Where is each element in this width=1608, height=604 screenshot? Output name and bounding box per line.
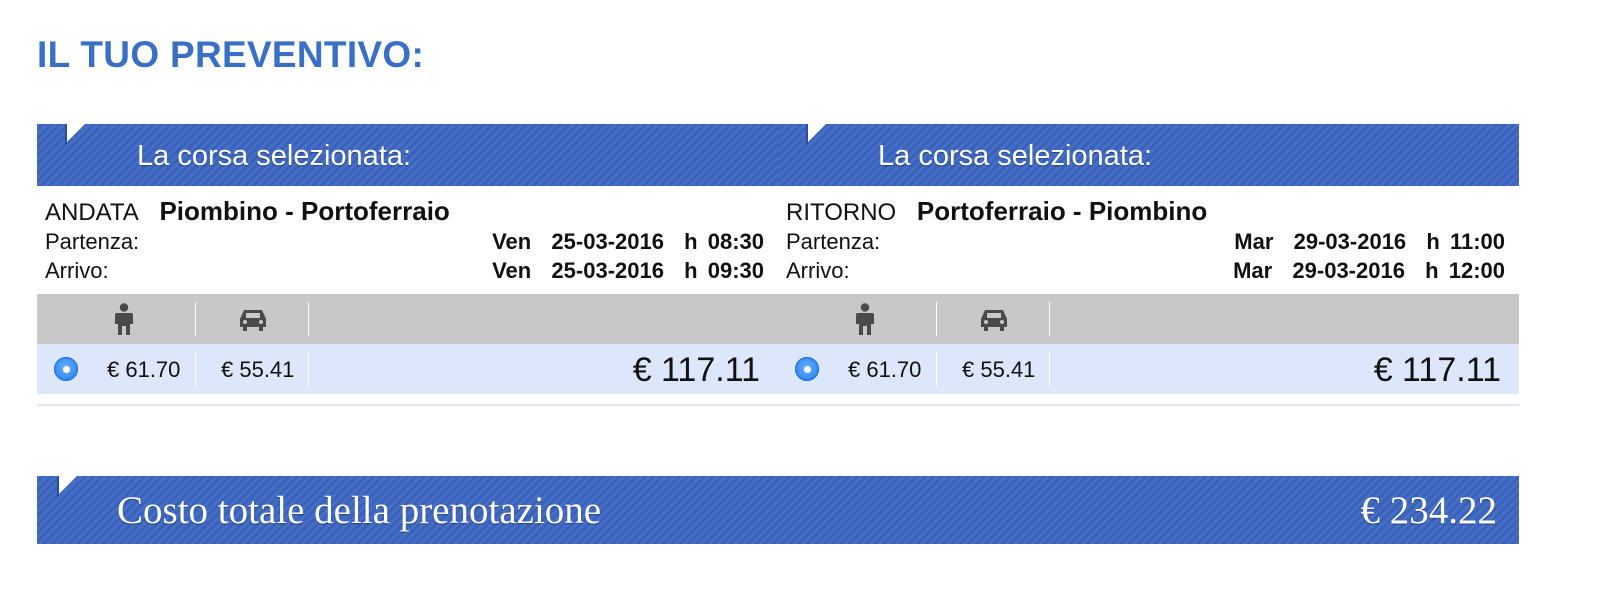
column-divider [195,302,196,336]
header-notch [65,124,85,144]
person-icon [856,303,874,335]
trip-total-price: € 117.11 [632,351,760,389]
column-divider [1049,302,1050,336]
column-divider [308,352,309,386]
trip-panel-andata: La corsa selezionata: ANDATA Piombino - … [37,124,778,417]
column-divider [308,302,309,336]
booking-total-band: Costo totale della prenotazione € 234.22 [37,476,1519,544]
panel-bottom-divider [37,404,778,406]
route-line: RITORNO Portoferraio - Piombino [786,196,1207,227]
fare-price-row[interactable]: € 61.70 € 55.41 € 117.11 [778,344,1519,394]
departure-label: Partenza: [786,229,881,254]
departure-value: Ven 25-03-2016 h 08:30 [492,229,764,254]
trip-header-band: La corsa selezionata: [37,124,778,186]
page-title: IL TUO PREVENTIVO: [37,34,425,75]
trip-direction: RITORNO [786,199,897,226]
trip-header-band: La corsa selezionata: [778,124,1519,186]
route-line: ANDATA Piombino - Portoferraio [45,196,450,227]
person-icon [115,303,133,335]
panel-bottom-divider [778,404,1519,406]
arrival-value: Ven 25-03-2016 h 09:30 [492,258,764,283]
trip-total-price: € 117.11 [1373,351,1501,389]
passenger-price: € 61.70 [848,357,922,382]
vehicle-price: € 55.41 [962,357,1036,382]
arrival-label: Arrivo: [45,258,109,283]
trip-route-info: RITORNO Portoferraio - Piombino Partenza… [778,186,1519,294]
booking-total-value: € 234.22 [1360,489,1498,532]
trip-route-info: ANDATA Piombino - Portoferraio Partenza:… [37,186,778,294]
fare-price-row[interactable]: € 61.70 € 55.41 € 117.11 [37,344,778,394]
trip-header-title: La corsa selezionata: [878,140,1153,172]
column-divider [936,302,937,336]
fare-radio-button[interactable] [54,357,78,381]
header-notch [806,124,826,144]
departure-value: Mar 29-03-2016 h 11:00 [1234,229,1505,254]
booking-total-label: Costo totale della prenotazione [117,489,602,532]
column-divider [195,352,196,386]
car-icon [240,310,266,331]
arrival-label: Arrivo: [786,258,850,283]
departure-label: Partenza: [45,229,140,254]
fare-icons-row [37,294,778,344]
trip-direction: ANDATA [45,199,139,226]
trip-header-title: La corsa selezionata: [137,140,412,172]
column-divider [1049,352,1050,386]
trip-route: Portoferraio - Piombino [916,196,1208,226]
arrival-value: Mar 29-03-2016 h 12:00 [1233,258,1505,283]
car-icon [981,310,1007,331]
passenger-price: € 61.70 [107,357,181,382]
trip-panel-ritorno: La corsa selezionata: RITORNO Portoferra… [778,124,1519,417]
fare-icons-row [778,294,1519,344]
fare-radio-button[interactable] [795,357,819,381]
column-divider [936,352,937,386]
vehicle-price: € 55.41 [221,357,295,382]
trip-route: Piombino - Portoferraio [159,196,450,226]
header-notch [57,476,77,496]
